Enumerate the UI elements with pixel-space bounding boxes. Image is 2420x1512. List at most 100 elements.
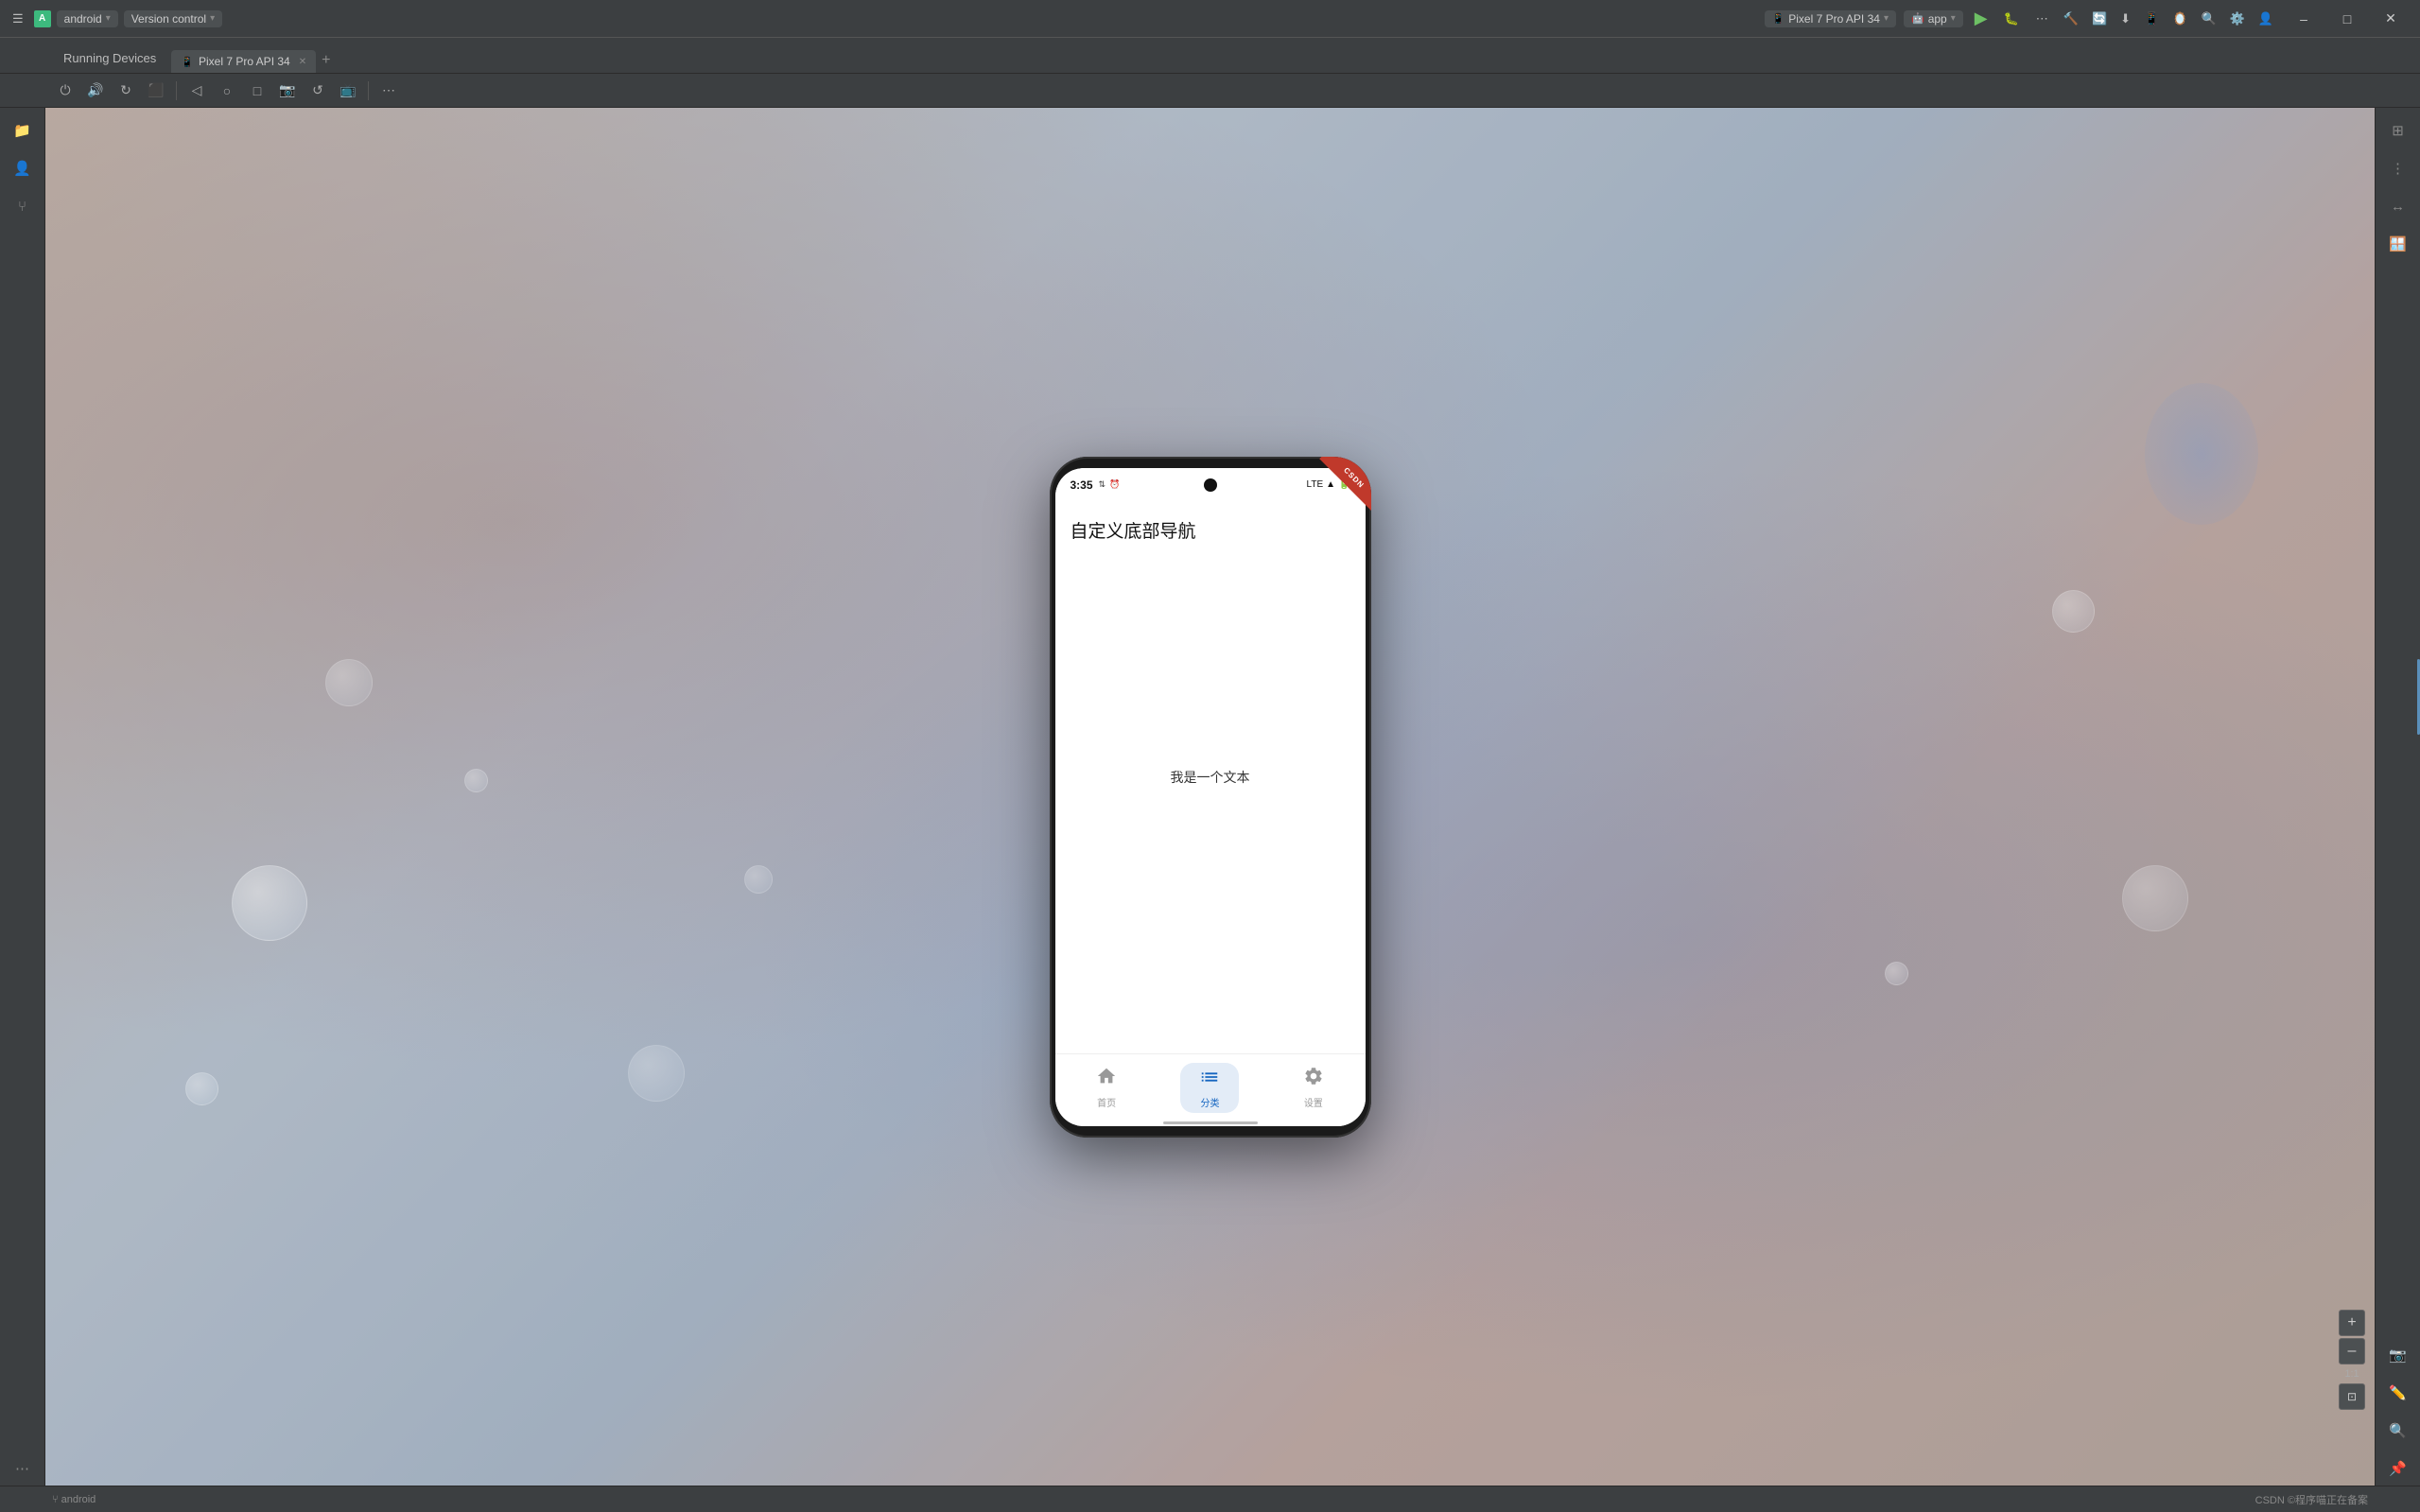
sidebar-folder-button[interactable]: 📁 [6,113,40,148]
right-expand-button[interactable]: ↔ [2381,189,2415,223]
sync-button[interactable]: 🔄 [2087,9,2112,28]
status-time: 3:35 [1071,478,1093,492]
nav-item-settings[interactable]: 设置 [1262,1058,1365,1117]
close-button[interactable]: ✕ [2369,0,2412,38]
signal-icon: ▲ [1326,479,1335,490]
tv-button[interactable]: 📺 [335,78,361,104]
right-photo-button[interactable]: 📷 [2381,1338,2415,1372]
phone-screen[interactable]: 3:35 ⇅ ⏰ LTE ▲ 🔋 [1055,468,1366,1126]
device-selector[interactable]: 📱 Pixel 7 Pro API 34 ▾ [1765,10,1896,27]
zoom-controls: + – 1:1 ⊡ [2339,1310,2365,1410]
title-bar: ☰ A android ▾ Version control ▾ 📱 Pixel … [0,0,2420,38]
avd-button[interactable]: 📱 [2139,9,2164,28]
power-button[interactable]: ⏻ [52,78,78,104]
main-layout: 📁 👤 ⑂ ⋯ CSDN [0,108,2420,1486]
app-center-text: 我是一个文本 [1171,768,1250,787]
right-inspect-button[interactable]: 🔍 [2381,1414,2415,1448]
zoom-fit-button[interactable]: ⊡ [2339,1383,2365,1410]
bubble-2 [325,659,373,706]
screenshot-button[interactable]: 📷 [274,78,301,104]
nav-item-home[interactable]: 首页 [1055,1058,1158,1117]
home-button[interactable]: ○ [214,78,240,104]
alarm-icon: ⏰ [1109,479,1120,490]
nav-item-category[interactable]: 分类 [1158,1055,1262,1121]
nav-home-icon [1096,1066,1117,1092]
device-toolbar: ⏻ 🔊 ↻ ⬛ ◁ ○ □ 📷 ↺ 📺 ⋯ [0,74,2420,108]
app-dropdown-icon: ▾ [1951,13,1956,24]
nav-settings-icon [1303,1066,1324,1092]
ribbon-text: CSDN [1342,465,1366,489]
build-button[interactable]: 🔨 [2059,9,2083,28]
nav-settings-label: 设置 [1304,1095,1323,1109]
rotate-button[interactable]: ↻ [113,78,139,104]
toolbar-separator-1 [176,81,177,100]
app-content: 自定义底部导航 我是一个文本 [1055,502,1366,1053]
more-run-options-button[interactable]: ⋯ [2031,9,2053,28]
sidebar-more-button[interactable]: ⋯ [6,1451,40,1486]
hamburger-menu-button[interactable]: ☰ [8,9,28,28]
network-label: LTE [1307,479,1324,490]
app-title: 自定义底部导航 [1071,517,1350,543]
anime-glow [2145,383,2258,525]
app-selector[interactable]: 🤖 app ▾ [1904,10,1963,27]
tab-add-button[interactable]: + [316,52,336,69]
tab-close-icon[interactable]: ✕ [299,57,306,67]
right-extra-button[interactable]: 🪟 [2381,227,2415,261]
app-icon: 🤖 [1911,12,1924,25]
back-button[interactable]: ◁ [183,78,210,104]
title-bar-center: 📱 Pixel 7 Pro API 34 ▾ 🤖 app ▾ ▶ 🐛 ⋯ [1765,7,2053,30]
phone-status-bar: 3:35 ⇅ ⏰ LTE ▲ 🔋 [1055,468,1366,502]
account-button[interactable]: 👤 [2254,9,2278,28]
tab-running-devices[interactable]: Running Devices [52,45,167,73]
debug-button[interactable]: 🐛 [1999,9,2024,28]
home-indicator [1055,1121,1366,1126]
right-sidebar: ⊞ ⋮ ↔ 🪟 📷 ✏️ 🔍 📌 [2375,108,2420,1486]
bubble-3 [185,1072,218,1105]
status-csdn: CSDN ©程序喵正在备案 [2255,1492,2368,1507]
status-icons: ⇅ ⏰ [1099,479,1121,490]
toolbar-separator-2 [368,81,369,100]
tab-pixel-device[interactable]: 📱 Pixel 7 Pro API 34 ✕ [171,50,316,73]
right-edit-button[interactable]: ✏️ [2381,1376,2415,1410]
run-button[interactable]: ▶ [1971,7,1992,30]
minimize-button[interactable]: – [2282,0,2325,38]
title-bar-right: 🔨 🔄 ⬇ 📱 🪞 🔍 ⚙️ 👤 – □ ✕ [2059,0,2412,38]
sdk-button[interactable]: ⬇ [2115,9,2135,28]
search-button[interactable]: 🔍 [2196,9,2220,28]
sync-icon: ⇅ [1099,479,1106,490]
settings-button[interactable]: ⚙️ [2225,9,2250,28]
version-control-dropdown-icon: ▾ [210,13,215,24]
bubble-1 [232,865,307,941]
undo-button[interactable]: ↺ [305,78,331,104]
sidebar-git-button[interactable]: ⑂ [6,189,40,223]
zoom-out-button[interactable]: – [2339,1338,2365,1364]
version-control-selector[interactable]: Version control ▾ [124,10,222,27]
recents-button[interactable]: □ [244,78,270,104]
right-pin-button[interactable]: 📌 [2381,1451,2415,1486]
title-bar-left: ☰ A android ▾ Version control ▾ [8,9,1759,28]
phone-bottom-nav: 首页 分类 [1055,1053,1366,1121]
nav-category-icon [1199,1067,1220,1093]
right-layout-button[interactable]: ⊞ [2381,113,2415,148]
maximize-button[interactable]: □ [2325,0,2369,38]
sidebar-user-button[interactable]: 👤 [6,151,40,185]
zoom-in-button[interactable]: + [2339,1310,2365,1336]
bubble-6 [744,865,773,894]
tab-device-icon: 📱 [181,56,194,68]
nav-home-label: 首页 [1097,1095,1116,1109]
bottom-status-bar: ⑂ android CSDN ©程序喵正在备案 [0,1486,2420,1512]
volume-button[interactable]: 🔊 [82,78,109,104]
more-options-button[interactable]: ⋯ [375,78,402,104]
status-git: ⑂ android [52,1494,96,1505]
bubble-5 [628,1045,685,1102]
right-more-button[interactable]: ⋮ [2381,151,2415,185]
fold-button[interactable]: ⬛ [143,78,169,104]
device-mirror-button[interactable]: 🪞 [2168,9,2192,28]
running-devices-label: Running Devices [63,51,156,65]
bubble-4 [464,769,488,792]
git-label: android [61,1494,96,1505]
tab-bar: Running Devices 📱 Pixel 7 Pro API 34 ✕ + [0,38,2420,74]
window-controls: – □ ✕ [2282,0,2412,38]
android-logo-icon: A [34,10,51,27]
project-selector[interactable]: android ▾ [57,10,118,27]
